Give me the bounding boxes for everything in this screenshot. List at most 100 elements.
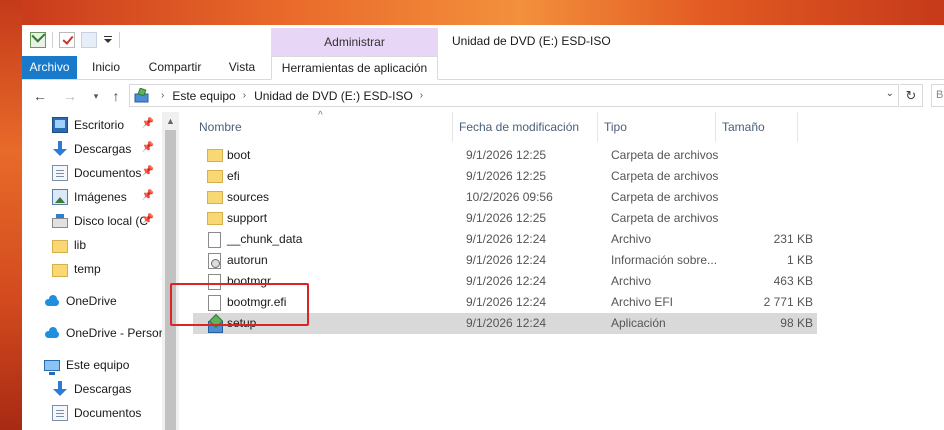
folder-icon [52,239,68,253]
file-date: 9/1/2026 12:24 [466,274,547,288]
sidebar-item-descargas[interactable]: Descargas 📌 [22,138,162,160]
setup-info-icon [208,253,221,269]
file-type: Aplicación [611,316,666,330]
file-list: ^ Nombre Fecha de modificación Tipo Tama… [179,110,944,430]
sidebar-item-temp[interactable]: temp [22,258,162,280]
breadcrumb-separator-icon[interactable]: › [420,90,423,101]
forward-arrow-icon[interactable]: → [62,88,78,104]
file-date: 9/1/2026 12:24 [466,232,547,246]
sidebar-item-onedrive[interactable]: OneDrive [22,290,162,312]
desktop-icon [52,117,68,133]
pictures-icon [52,189,68,205]
pin-icon: 📌 [141,214,154,225]
desktop-wallpaper [0,0,944,25]
breadcrumb-separator-icon[interactable]: › [243,90,246,101]
refresh-icon[interactable]: ↻ [900,84,923,107]
sidebar-item-label: Imágenes [74,190,127,204]
pin-icon: 📌 [141,118,154,129]
file-row-autorun[interactable]: autorun 9/1/2026 12:24 Información sobre… [193,250,817,271]
tab-vista[interactable]: Vista [220,56,264,79]
sidebar-item-label: OneDrive - Persor [66,326,162,340]
onedrive-icon [44,325,60,341]
customize-toolbar-dropdown-icon[interactable] [103,32,113,48]
breadcrumb-dvd-drive[interactable]: Unidad de DVD (E:) ESD-ISO [254,89,413,103]
scroll-up-arrow-icon[interactable]: ▲ [166,116,175,126]
quick-access-toolbar [30,32,120,48]
pin-icon: 📌 [141,166,154,177]
file-row-sources[interactable]: sources 10/2/2026 09:56 Carpeta de archi… [193,187,817,208]
column-header-type[interactable]: Tipo [598,112,716,142]
file-row-chunk-data[interactable]: __chunk_data 9/1/2026 12:24 Archivo 231 … [193,229,817,250]
file-type: Archivo [611,274,652,288]
folder-icon [207,212,223,225]
sidebar-item-imagenes[interactable]: Imágenes 📌 [22,186,162,208]
scrollbar-thumb[interactable] [165,130,176,430]
sidebar-item-label: Documentos [74,406,142,420]
sidebar-item-documentos-pc[interactable]: Documentos [22,402,162,424]
file-date: 10/2/2026 09:56 [466,190,553,204]
sidebar-item-escritorio[interactable]: Escritorio 📌 [22,114,162,136]
navigation-pane-scrollbar[interactable]: ▲ [162,112,179,430]
breadcrumb-separator-icon[interactable]: › [161,90,164,101]
address-bar[interactable]: › Este equipo › Unidad de DVD (E:) ESD-I… [129,84,899,107]
sidebar-item-label: lib [74,238,87,252]
file-date: 9/1/2026 12:24 [466,253,547,267]
file-row-boot[interactable]: boot 9/1/2026 12:25 Carpeta de archivos [193,145,817,166]
file-size: 231 KB [773,232,813,246]
file-type: Información sobre... [611,253,718,267]
pin-icon: 📌 [141,142,154,153]
tab-compartir[interactable]: Compartir [140,56,210,79]
properties-icon[interactable] [30,32,46,48]
onedrive-icon [44,293,60,309]
file-icon [208,232,221,248]
file-size [739,187,813,208]
sidebar-item-documentos[interactable]: Documentos 📌 [22,162,162,184]
tab-archivo[interactable]: Archivo [22,56,77,79]
sidebar-item-label: Este equipo [66,358,130,372]
sidebar-item-descargas-pc[interactable]: Descargas [22,378,162,400]
up-arrow-icon[interactable]: ↑ [108,88,124,104]
breadcrumb: › Este equipo › Unidad de DVD (E:) ESD-I… [154,85,431,106]
sidebar-item-este-equipo[interactable]: Este equipo [22,354,162,376]
downloads-icon [52,381,68,397]
tab-herramientas-de-aplicacion[interactable]: Herramientas de aplicación [271,56,438,80]
file-row-support[interactable]: support 9/1/2026 12:25 Carpeta de archiv… [193,208,817,229]
tab-inicio[interactable]: Inicio [82,56,130,79]
ribbon-tabs: Archivo Inicio Compartir Vista Herramien… [22,56,944,80]
file-row-efi[interactable]: efi 9/1/2026 12:25 Carpeta de archivos [193,166,817,187]
back-arrow-icon[interactable]: ← [32,88,48,104]
file-date: 9/1/2026 12:25 [466,169,547,183]
file-name: __chunk_data [227,232,303,246]
sidebar-item-label: OneDrive [66,294,117,308]
dvd-drive-icon [134,87,150,103]
column-header-name[interactable]: Nombre [193,112,453,142]
file-size: 1 KB [786,253,813,267]
sidebar-item-onedrive-personal[interactable]: OneDrive - Persor [22,322,162,344]
breadcrumb-este-equipo[interactable]: Este equipo [172,89,235,103]
file-size [739,208,813,229]
file-explorer-window: Administrar Unidad de DVD (E:) ESD-ISO A… [22,25,944,430]
folder-icon [52,263,68,277]
file-date: 9/1/2026 12:24 [466,316,547,330]
file-name: boot [227,148,251,162]
new-folder-icon[interactable] [81,32,97,48]
file-date: 9/1/2026 12:24 [466,295,547,309]
sidebar-item-label: temp [74,262,101,276]
column-header-size[interactable]: Tamaño [716,112,798,142]
column-header-date[interactable]: Fecha de modificación [453,112,598,142]
toolbar-divider [52,32,53,48]
sidebar-item-label: Disco local (C [74,214,149,228]
checkmark-icon[interactable] [59,32,75,48]
file-size [739,145,813,166]
sidebar-item-disco-local[interactable]: Disco local (C 📌 [22,210,162,232]
documents-icon [52,165,68,181]
search-input[interactable]: B [931,84,944,107]
file-date: 9/1/2026 12:25 [466,148,547,162]
address-history-chevron-icon[interactable]: ⌄ [886,88,894,99]
recent-locations-chevron-icon[interactable]: ▾ [88,88,104,104]
file-type: Archivo [611,232,652,246]
file-type: Carpeta de archivos [611,190,719,204]
window-title: Unidad de DVD (E:) ESD-ISO [452,34,611,48]
sidebar-item-lib[interactable]: lib [22,234,162,256]
sidebar-item-label: Descargas [74,382,132,396]
